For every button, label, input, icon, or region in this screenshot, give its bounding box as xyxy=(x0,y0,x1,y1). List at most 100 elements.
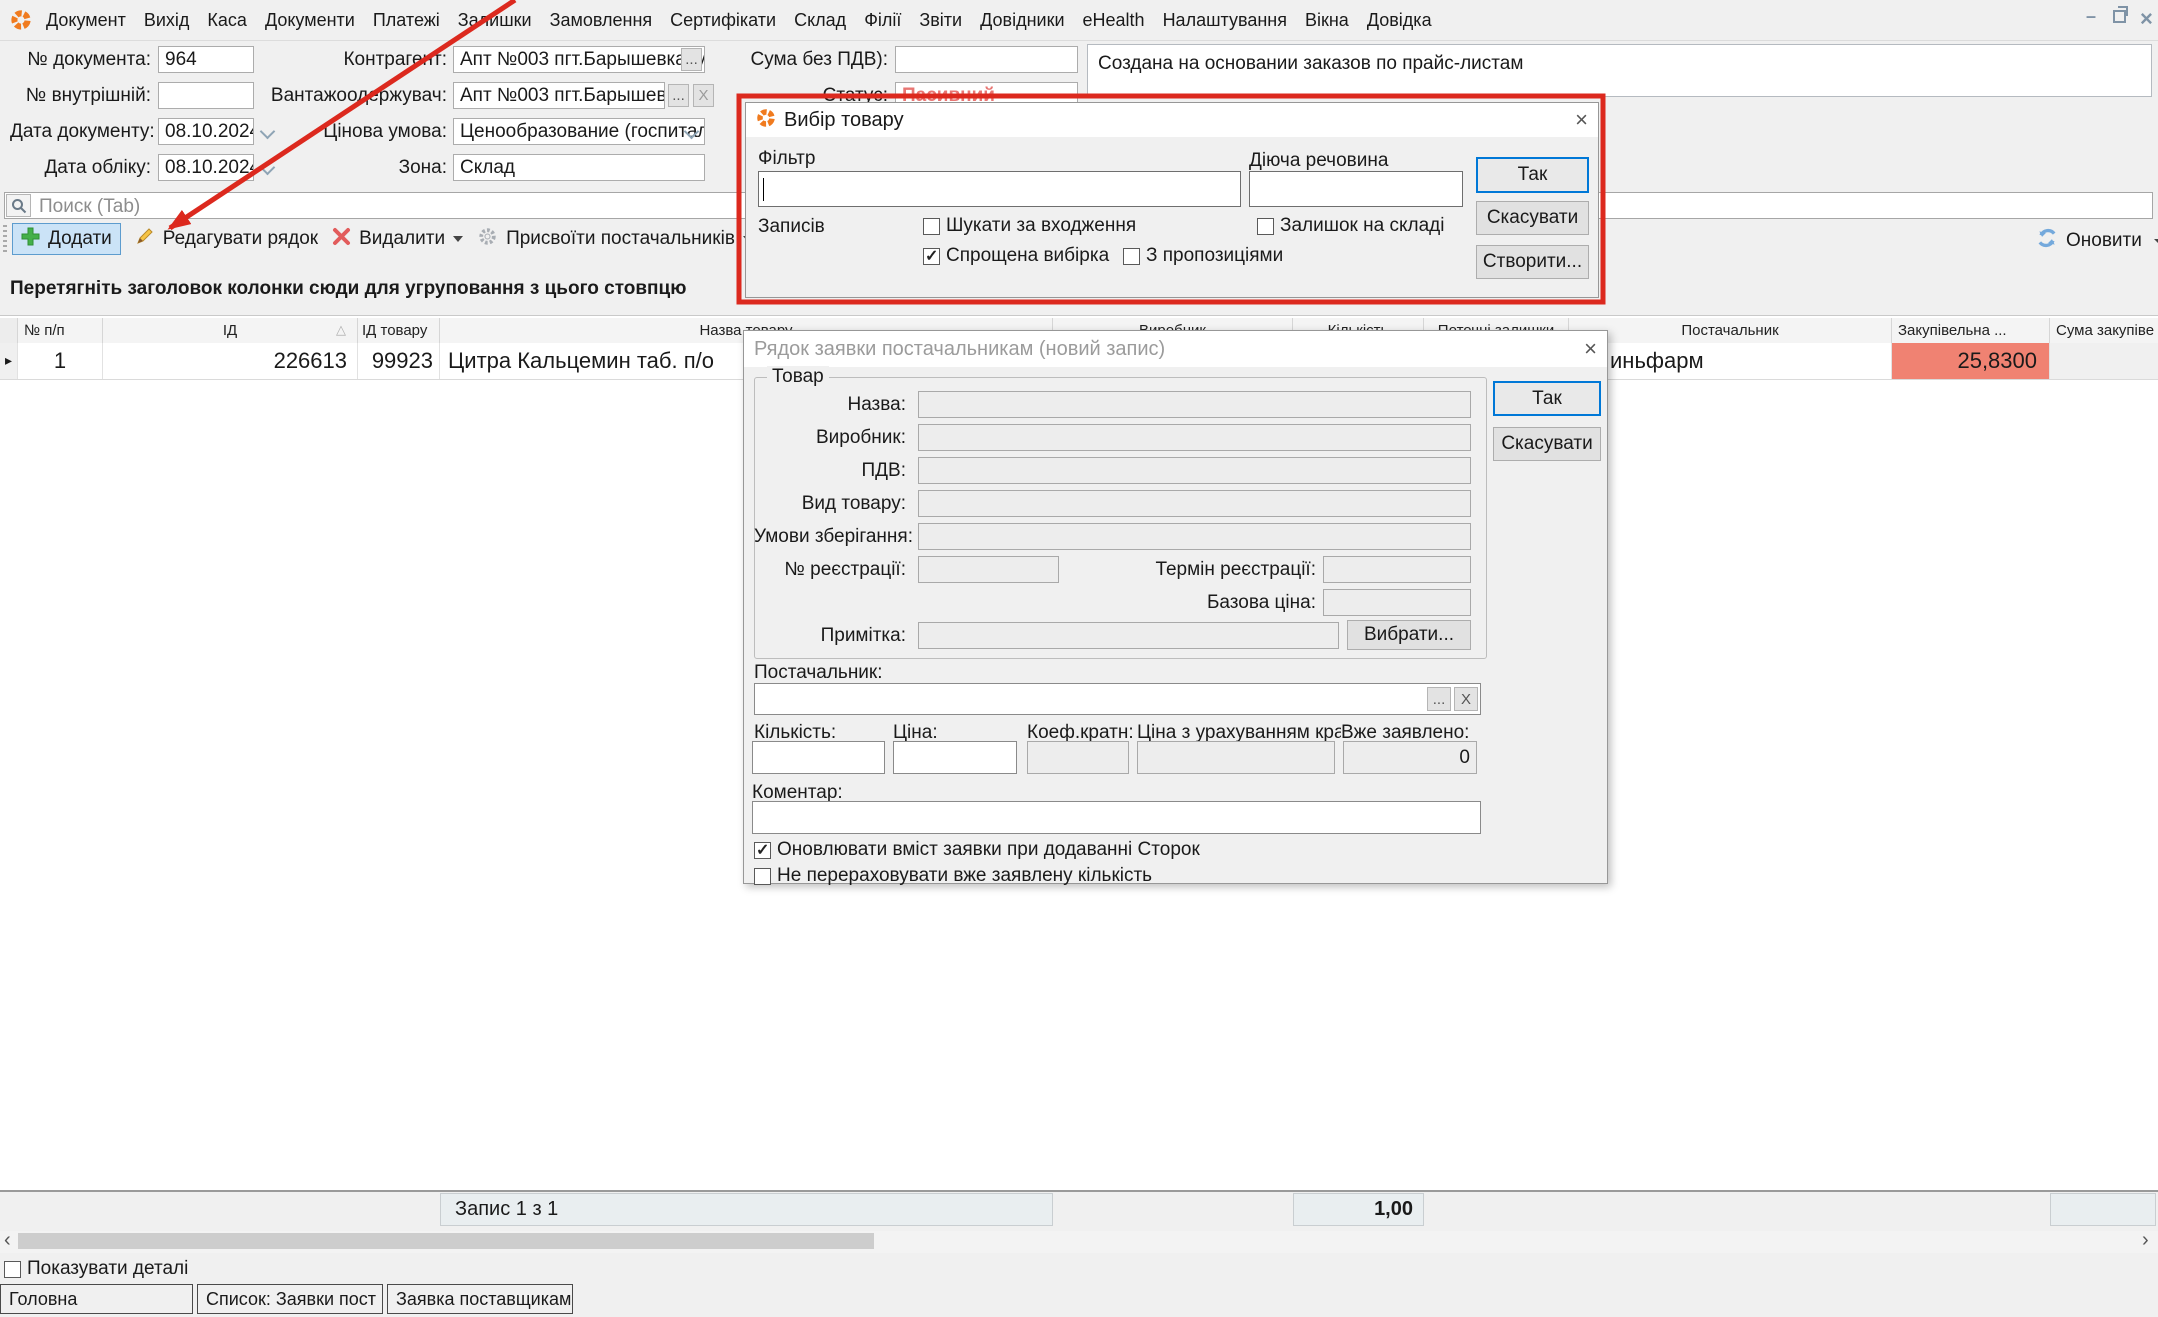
product-kind-field xyxy=(918,490,1471,517)
close-icon[interactable]: × xyxy=(2140,6,2153,32)
column-header-id[interactable]: ІД xyxy=(103,318,358,343)
menu-item-orders[interactable]: Замовлення xyxy=(550,10,653,31)
menu-item-exit[interactable]: Вихід xyxy=(144,10,190,31)
no-recalc-checkbox[interactable]: Не перераховувати вже заявлену кількість xyxy=(754,865,1152,887)
column-header-npp[interactable]: № п/п xyxy=(18,318,103,343)
menu-item-certificates[interactable]: Сертифікати xyxy=(670,10,776,31)
doc-number-label: № документа: xyxy=(10,46,151,73)
row-id-cell: 226613 xyxy=(103,343,358,379)
consignee-picker-button[interactable]: ... xyxy=(668,84,689,107)
column-header-purchase-sum[interactable]: Сума закупіве xyxy=(2050,318,2158,343)
show-details-checkbox-box[interactable] xyxy=(4,1261,21,1278)
product-name-field xyxy=(918,391,1471,418)
product-name-label: Назва: xyxy=(754,391,906,418)
menu-item-branches[interactable]: Філії xyxy=(864,10,901,31)
reg-number-label: № реєстрації: xyxy=(754,556,906,583)
minimize-icon[interactable]: – xyxy=(2086,6,2096,27)
zone-field[interactable]: Склад xyxy=(453,154,705,181)
menu-item-kasa[interactable]: Каса xyxy=(207,10,247,31)
document-note-panel[interactable]: Создана на основании заказов по прайс-ли… xyxy=(1087,44,2152,97)
consignee-field[interactable]: Апт №003 пгт.Барышевка, ул.К xyxy=(453,82,665,109)
search-by-occurrence-checkbox[interactable]: Шукати за входження xyxy=(923,215,1136,237)
records-label: Записів xyxy=(758,213,825,240)
simplified-selection-box[interactable]: ✓ xyxy=(923,248,940,265)
create-button[interactable]: Створити... xyxy=(1476,245,1589,279)
request-row-dialog-titlebar[interactable]: Рядок заявки постачальникам (новий запис… xyxy=(744,331,1607,367)
tab-main[interactable]: Головна xyxy=(0,1284,193,1314)
contragent-picker-button[interactable]: ... xyxy=(681,48,702,71)
scroll-left-icon[interactable]: ‹ xyxy=(4,1229,11,1252)
scroll-right-icon[interactable]: › xyxy=(2142,1229,2149,1252)
with-proposals-checkbox[interactable]: З пропозиціями xyxy=(1123,245,1283,267)
storage-field xyxy=(918,523,1471,550)
close-icon[interactable]: × xyxy=(1584,339,1597,359)
update-request-checkbox-box[interactable]: ✓ xyxy=(754,842,771,859)
cancel-button[interactable]: Скасувати xyxy=(1493,427,1601,461)
supplier-label: Постачальник: xyxy=(754,659,883,686)
filter-input[interactable] xyxy=(758,171,1241,207)
search-icon[interactable] xyxy=(6,194,31,217)
comment-field[interactable] xyxy=(752,801,1481,834)
refresh-button[interactable]: Оновити xyxy=(2036,227,2158,255)
column-header-product-id[interactable]: ІД товару xyxy=(358,318,440,343)
horizontal-scrollbar[interactable]: ‹ › xyxy=(0,1231,2158,1253)
contragent-field[interactable]: Апт №003 пгт.Барышевка, ул.Киев xyxy=(453,46,705,73)
with-proposals-label: З пропозиціями xyxy=(1146,245,1283,267)
product-groupbox-label: Товар xyxy=(767,366,829,388)
quantity-field[interactable] xyxy=(752,741,885,774)
column-header-supplier[interactable]: Постачальник xyxy=(1569,318,1892,343)
add-button[interactable]: Додати xyxy=(12,223,121,255)
menu-item-payments[interactable]: Платежі xyxy=(373,10,440,31)
sort-ascending-icon[interactable]: △ xyxy=(336,322,346,338)
assign-suppliers-button[interactable]: Присвоїти постачальників xyxy=(477,226,753,253)
show-details-checkbox[interactable]: Показувати деталі xyxy=(4,1258,188,1280)
menu-item-document[interactable]: Документ xyxy=(46,10,126,31)
ok-button[interactable]: Так xyxy=(1476,157,1589,193)
no-recalc-checkbox-box[interactable] xyxy=(754,868,771,885)
tab-request-list[interactable]: Список: Заявки пост ... xyxy=(197,1284,383,1314)
price-condition-field[interactable]: Ценообразование (госпиталь) xyxy=(453,118,705,145)
menu-item-settings[interactable]: Налаштування xyxy=(1163,10,1287,31)
edit-row-button[interactable]: Редагувати рядок xyxy=(135,226,318,252)
menu-item-windows[interactable]: Вікна xyxy=(1305,10,1349,31)
menu-bar: Документ Вихід Каса Документи Платежі За… xyxy=(0,0,2158,41)
menu-item-directories[interactable]: Довідники xyxy=(980,10,1064,31)
cancel-button[interactable]: Скасувати xyxy=(1476,201,1589,235)
simplified-selection-label: Спрощена вибірка xyxy=(946,245,1109,267)
simplified-selection-checkbox[interactable]: ✓ Спрощена вибірка xyxy=(923,245,1109,267)
menu-item-reports[interactable]: Звіти xyxy=(919,10,962,31)
menu-item-warehouse[interactable]: Склад xyxy=(794,10,846,31)
supplier-field[interactable] xyxy=(754,683,1481,715)
sum-without-vat-field[interactable] xyxy=(895,46,1078,73)
stock-remainder-checkbox[interactable]: Залишок на складі xyxy=(1257,215,1444,237)
with-proposals-box[interactable] xyxy=(1123,248,1140,265)
reg-number-field xyxy=(918,556,1059,583)
close-icon[interactable]: × xyxy=(1575,110,1588,130)
ok-button[interactable]: Так xyxy=(1493,381,1601,416)
scrollbar-thumb[interactable] xyxy=(18,1233,874,1249)
toolbar-grip[interactable] xyxy=(3,225,7,253)
header-marker-cell xyxy=(0,318,18,343)
substance-input[interactable] xyxy=(1249,171,1463,207)
restore-icon[interactable] xyxy=(2113,10,2126,23)
supplier-clear-button[interactable]: X xyxy=(1454,687,1478,711)
update-request-checkbox[interactable]: ✓ Оновлювати вміст заявки при додаванні … xyxy=(754,839,1200,861)
product-select-dialog-titlebar[interactable]: Вибір товару × xyxy=(746,103,1598,137)
supplier-picker-button[interactable]: ... xyxy=(1427,687,1451,711)
menu-item-ehealth[interactable]: eHealth xyxy=(1083,10,1145,31)
choose-button[interactable]: Вибрати... xyxy=(1347,620,1471,650)
stock-remainder-box[interactable] xyxy=(1257,218,1274,235)
note-field xyxy=(918,622,1339,649)
refresh-dropdown-icon[interactable] xyxy=(2154,239,2158,244)
gear-icon xyxy=(477,226,498,253)
delete-dropdown-icon[interactable] xyxy=(453,236,463,242)
price-field[interactable] xyxy=(893,741,1017,774)
menu-item-stock[interactable]: Залишки xyxy=(458,10,532,31)
column-header-purchase-price[interactable]: Закупівельна ... xyxy=(1892,318,2050,343)
internal-number-label: № внутрішній: xyxy=(10,82,151,109)
menu-item-help[interactable]: Довідка xyxy=(1367,10,1432,31)
menu-item-documents[interactable]: Документи xyxy=(265,10,355,31)
search-by-occurrence-box[interactable] xyxy=(923,218,940,235)
tab-supplier-request[interactable]: Заявка поставщикам .. xyxy=(387,1284,573,1314)
delete-button[interactable]: Видалити xyxy=(332,227,463,252)
